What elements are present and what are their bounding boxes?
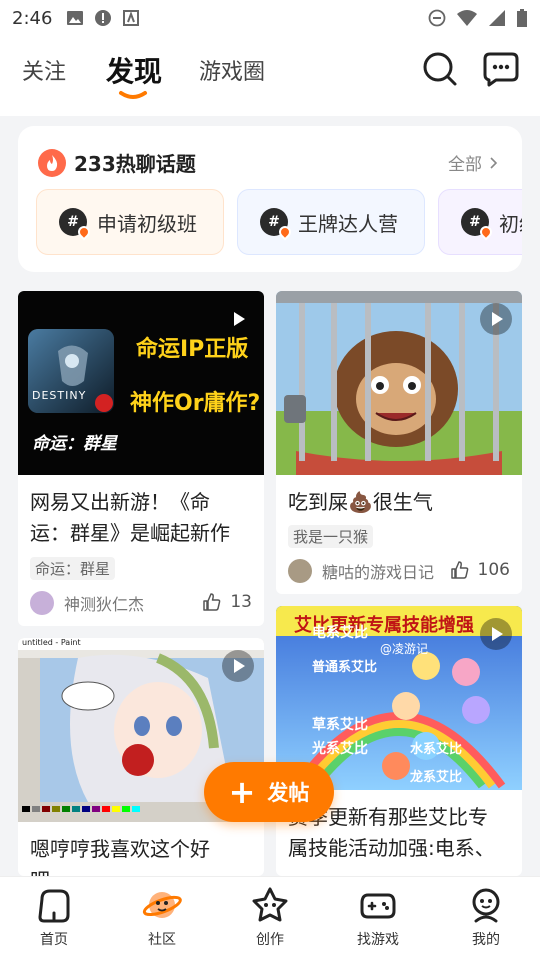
search-icon[interactable] [421,50,459,88]
bottom-nav-label: 创作 [256,932,284,948]
thumb-label: 光系艾比 [312,741,368,757]
thumb-headline-1: 命运IP正版 [136,337,249,362]
thumb-headline-2: 神作Or庸作? [130,391,261,416]
bottom-nav-label: 找游戏 [357,932,399,948]
post-card[interactable]: 艾比更新专属技能增强 @凌游记 电系艾比 普通系艾比 草系艾比 光系艾比 水系艾… [276,606,522,876]
thumb-label: 草系艾比 [312,717,368,733]
font-icon [122,9,140,27]
post-tag[interactable]: 命运：群星 [30,557,116,580]
plus-icon: + [228,773,256,811]
bottom-nav: 首页 社区 创作 找游戏 我的 [0,876,540,960]
chevron-right-icon [490,156,498,169]
play-icon [480,303,512,335]
planet-icon [142,892,182,918]
post-card[interactable]: DESTINY 命运IP正版 神作Or庸作? 命运：群星 网易又出新游！《命 运… [18,291,264,626]
bottom-nav-home[interactable]: 首页 [0,877,108,960]
post-card[interactable]: untitled - Paint 嗯哼哼我喜欢这个好 吧 [18,638,264,876]
topic-chip-label: 王牌达人营 [298,211,398,236]
thumb-label: 电系艾比 [312,625,368,641]
hot-topics-card: 233热聊话题 全部 # 申请初级班 # 王牌达人营 # 初级 [18,126,522,272]
topic-chip[interactable]: # 初级 [438,189,522,255]
like-button[interactable]: 13 [202,592,252,612]
thumb-label: 龙系艾比 [410,770,463,785]
post-thumbnail: DESTINY 命运IP正版 神作Or庸作? 命运：群星 [18,291,264,475]
thumbs-up-icon [450,561,468,579]
battery-icon [516,9,528,27]
hash-icon: # [59,208,93,241]
bottom-nav-me[interactable]: 我的 [432,877,540,960]
hot-topics-title: 233热聊话题 [74,152,196,176]
play-icon [222,303,254,335]
fire-icon [38,148,66,177]
avatar [30,591,54,615]
post-title-line: 运：群星》是崛起新作 [30,521,230,545]
message-icon[interactable] [482,50,520,88]
tab-discover[interactable]: 发现 [106,50,162,90]
hash-icon: # [260,208,294,241]
thumb-label: 普通系艾比 [312,660,378,675]
author-row[interactable]: 神测狄仁杰 [30,591,144,615]
post-title-line: 网易又出新游！《命 [30,490,210,514]
paint-window-title: untitled - Paint [22,638,81,647]
create-post-button[interactable]: + 发帖 [204,762,334,822]
status-time: 2:46 [12,7,53,29]
bottom-nav-label: 首页 [40,932,68,948]
do-not-disturb-icon [428,9,446,27]
star-icon [252,887,288,922]
like-count: 13 [230,592,252,612]
home-icon [38,889,70,923]
post-thumbnail [276,291,522,475]
topic-chip-label: 初级 [499,211,522,236]
app-root: 2:46 关注 发现 游戏圈 233热聊话题 全部 # 申请初级班 # 王牌达人… [0,0,540,960]
bottom-nav-label: 我的 [472,932,500,948]
author-name: 神测狄仁杰 [64,595,145,614]
gallery-icon [66,9,84,27]
status-bar: 2:46 [0,0,540,36]
post-title: 吃到屎💩很生气 [288,490,433,514]
hot-topics-header: 233热聊话题 [38,148,196,177]
gamepad-icon [360,893,396,919]
bottom-nav-find-games[interactable]: 找游戏 [324,877,432,960]
thumb-watermark: @凌游记 [380,642,429,656]
topics-all-label: 全部 [448,155,482,175]
post-tag[interactable]: 我是一只猴 [288,525,374,548]
thumb-caption: 命运：群星 [32,434,117,454]
topic-chip-label: 申请初级班 [97,211,197,236]
tab-game-circle[interactable]: 游戏圈 [199,54,265,86]
topic-chip[interactable]: # 王牌达人营 [237,189,425,255]
play-icon [222,650,254,682]
play-icon [480,618,512,650]
hash-icon: # [461,208,495,241]
bottom-nav-create[interactable]: 创作 [216,877,324,960]
avatar [288,559,312,583]
wifi-icon [456,9,478,27]
thumbs-up-icon [203,593,221,611]
topic-chip[interactable]: # 申请初级班 [36,189,224,255]
post-title: 网易又出新游！《命 运：群星》是崛起新作 [30,487,230,549]
tab-following[interactable]: 关注 [22,54,66,86]
bottom-nav-label: 社区 [148,932,176,948]
like-button[interactable]: 106 [450,560,510,580]
signal-icon [488,9,506,27]
author-row[interactable]: 糖咕的游戏日记 [288,559,434,583]
post-title-line: 嗯哼哼我喜欢这个好 [30,837,210,861]
alert-icon [94,9,112,27]
destiny-logo-text: DESTINY [32,389,87,402]
top-nav: 关注 发现 游戏圈 [0,36,540,116]
post-title-line: 属技能活动加强:电系、 [288,836,495,860]
create-post-label: 发帖 [267,781,310,805]
profile-icon [472,888,500,923]
post-title-line: 吧 [30,865,210,876]
like-count: 106 [477,560,510,580]
tab-active-indicator [119,91,147,99]
thumb-label: 水系艾比 [410,742,463,757]
bottom-nav-community[interactable]: 社区 [108,877,216,960]
post-title: 嗯哼哼我喜欢这个好 吧 [30,834,210,876]
author-name: 糖咕的游戏日记 [322,563,435,582]
post-card[interactable]: 吃到屎💩很生气 我是一只猴 糖咕的游戏日记 106 [276,291,522,594]
topics-all-link[interactable]: 全部 [448,150,500,175]
